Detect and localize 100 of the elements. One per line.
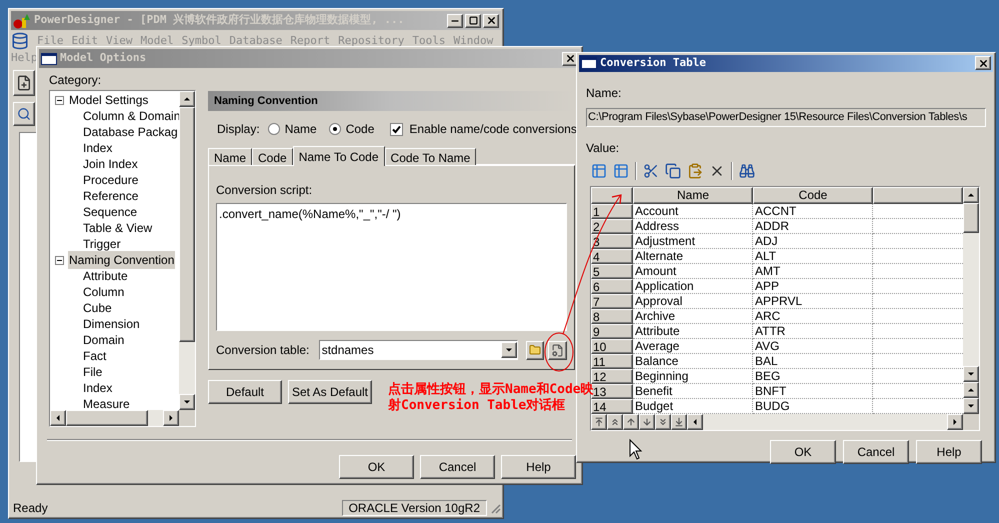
tree-item[interactable]: Table & View xyxy=(82,219,154,237)
radio-option[interactable]: Name xyxy=(268,120,317,138)
tab[interactable]: Code xyxy=(252,148,293,165)
row-number[interactable]: 2 xyxy=(591,218,633,234)
copy-icon[interactable] xyxy=(665,162,681,178)
navigation-button[interactable] xyxy=(639,414,655,430)
tree-item[interactable]: Column xyxy=(82,283,126,301)
navigation-button[interactable] xyxy=(591,414,607,430)
tab[interactable]: Name To Code xyxy=(292,146,385,166)
tree-item[interactable]: Database Packag xyxy=(82,123,179,141)
dialog-button[interactable]: Cancel xyxy=(420,455,495,479)
dialog-button[interactable]: OK xyxy=(770,440,836,464)
row-number[interactable]: 11 xyxy=(591,354,633,368)
horizontal-scrollbar[interactable] xyxy=(50,410,195,426)
tree-item[interactable]: Procedure xyxy=(82,171,140,189)
dialog-button[interactable]: Cancel xyxy=(843,440,909,464)
tree-item[interactable]: Trigger xyxy=(82,235,122,253)
table-cell: AVG xyxy=(753,338,873,354)
value-label: Value: xyxy=(586,140,620,156)
tree-item[interactable]: Fact xyxy=(82,347,108,365)
radio-icon[interactable] xyxy=(328,123,341,135)
database-icon[interactable] xyxy=(11,32,29,50)
tree-item[interactable]: Naming Convention xyxy=(68,251,176,269)
resize-grip-icon[interactable] xyxy=(489,502,501,514)
table-cell: Balance xyxy=(633,354,753,368)
tab[interactable]: Code To Name xyxy=(384,148,476,165)
dropdown-button[interactable] xyxy=(501,342,518,358)
collapse-icon[interactable] xyxy=(55,256,64,264)
properties-button[interactable] xyxy=(548,340,568,360)
checkbox-option[interactable]: Enable name/code conversions xyxy=(390,120,577,138)
navigation-button[interactable] xyxy=(623,414,639,430)
scroll-up-button[interactable] xyxy=(963,382,979,398)
new-file-icon[interactable] xyxy=(16,75,32,91)
row-number[interactable]: 5 xyxy=(591,264,633,278)
scroll-left-button[interactable] xyxy=(687,414,703,430)
scroll-down-button[interactable] xyxy=(963,398,979,414)
tree-item[interactable]: Sequence xyxy=(82,203,138,221)
scroll-right-button[interactable] xyxy=(163,410,179,426)
collapse-icon[interactable] xyxy=(55,96,64,104)
scroll-up-button[interactable] xyxy=(963,186,979,202)
row-down-icon xyxy=(642,416,652,426)
close-button[interactable] xyxy=(483,14,499,28)
close-button[interactable] xyxy=(975,56,991,70)
scroll-down-button[interactable] xyxy=(179,394,195,410)
navigation-button[interactable] xyxy=(607,414,623,430)
maximize-button[interactable] xyxy=(465,14,481,28)
scroll-down-button[interactable] xyxy=(963,366,979,382)
scrollbar-thumb[interactable] xyxy=(179,107,195,342)
search-icon[interactable] xyxy=(17,107,31,121)
tab[interactable]: Name xyxy=(208,148,252,165)
tree-item[interactable]: Measure xyxy=(82,395,131,410)
scroll-right-button[interactable] xyxy=(947,414,963,430)
tree-item[interactable]: Model Settings xyxy=(68,91,150,109)
tree-item[interactable]: Index xyxy=(82,139,114,157)
tree-item[interactable]: Cube xyxy=(82,299,113,317)
row-number[interactable]: 1 xyxy=(591,204,633,218)
row-number[interactable]: 4 xyxy=(591,248,633,264)
tree-item[interactable]: Join Index xyxy=(82,155,139,173)
browse-button[interactable] xyxy=(526,340,544,360)
tree-item[interactable]: Index xyxy=(82,379,114,397)
cut-icon[interactable] xyxy=(643,162,659,178)
script-editor[interactable]: .convert_name(%Name%,"_","-/ ") xyxy=(216,203,567,331)
find-icon[interactable] xyxy=(739,162,755,178)
row-number[interactable]: 9 xyxy=(591,324,633,338)
column-header[interactable]: Name xyxy=(633,186,753,204)
add-row-icon[interactable] xyxy=(591,162,607,178)
dialog-button[interactable]: Help xyxy=(501,455,576,479)
navigation-button[interactable] xyxy=(671,414,687,430)
table-cell: Approval xyxy=(633,294,753,308)
path-field[interactable]: C:\Program Files\Sybase\PowerDesigner 15\Resource Files\Conversion Tables\s xyxy=(586,108,986,126)
scrollbar-thumb[interactable] xyxy=(963,202,979,232)
vertical-scrollbar[interactable] xyxy=(963,186,979,414)
row-number[interactable]: 12 xyxy=(591,368,633,384)
row-number[interactable]: 10 xyxy=(591,338,633,354)
row-number[interactable]: 7 xyxy=(591,294,633,308)
tree-item[interactable]: File xyxy=(82,363,104,381)
tree-item[interactable]: Reference xyxy=(82,187,140,205)
tree-item[interactable]: Domain xyxy=(82,331,126,349)
vertical-scrollbar[interactable] xyxy=(179,91,195,410)
insert-row-icon[interactable] xyxy=(613,162,629,178)
row-number[interactable]: 8 xyxy=(591,308,633,324)
minimize-button[interactable] xyxy=(447,14,463,28)
scroll-left-button[interactable] xyxy=(50,410,66,426)
row-number[interactable]: 6 xyxy=(591,278,633,294)
navigation-button[interactable] xyxy=(655,414,671,430)
radio-option[interactable]: Code xyxy=(328,120,374,138)
scrollbar-thumb[interactable] xyxy=(66,410,148,426)
table-dropdown[interactable]: stdnames xyxy=(318,340,518,360)
paste-icon[interactable] xyxy=(687,162,703,178)
dialog-button[interactable]: Default xyxy=(208,380,282,404)
tree-item[interactable]: Dimension xyxy=(82,315,141,333)
dialog-button[interactable]: Set As Default xyxy=(288,380,372,404)
checkbox-icon[interactable] xyxy=(390,122,404,136)
scroll-up-button[interactable] xyxy=(179,91,195,107)
column-header[interactable]: Code xyxy=(753,186,873,204)
row-number[interactable]: 14 xyxy=(591,398,633,414)
radio-icon[interactable] xyxy=(268,123,280,135)
tree-item[interactable]: Attribute xyxy=(82,267,129,285)
dialog-button[interactable]: OK xyxy=(339,455,414,479)
dialog-button[interactable]: Help xyxy=(916,440,982,464)
